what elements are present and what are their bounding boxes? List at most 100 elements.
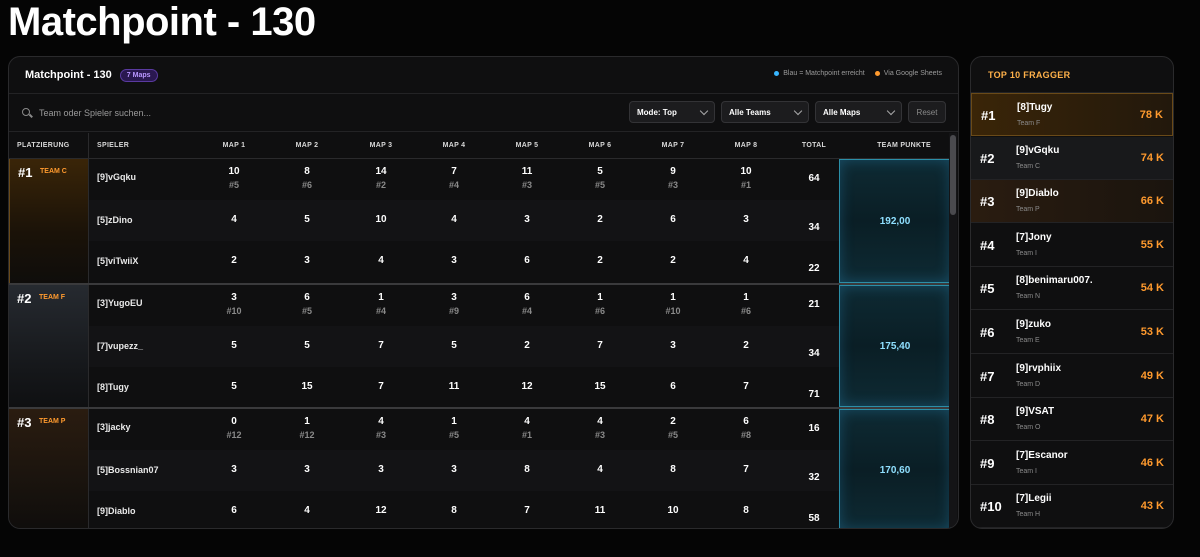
scrollbar-thumb[interactable] — [950, 135, 956, 215]
team-name: TEAM P — [39, 418, 66, 425]
map-score: 10 — [740, 166, 752, 177]
map-score-cell: 4 — [726, 255, 766, 267]
map-placement: #3 — [594, 430, 605, 440]
map-score-cell: 6 #4 — [507, 292, 547, 317]
fragger-row[interactable]: #2 [9]vGqku Team C 74 K — [971, 136, 1173, 180]
table-row[interactable]: [3]YugoEU 3 #10 6 #5 1 #4 3 #9 6 #4 1 #6 1 #10 1 #6 21 — [89, 285, 839, 326]
player-name[interactable]: [9]vGqku — [97, 172, 136, 182]
maps-select[interactable]: Alle Maps — [815, 101, 902, 123]
fragger-name: [8]Tugy — [1017, 102, 1053, 113]
map-score: 7 — [378, 340, 384, 351]
map-score-cell: 5 #5 — [580, 166, 620, 191]
player-name[interactable]: [9]Diablo — [97, 506, 136, 516]
map-score-cell: 6 — [653, 214, 693, 226]
fragger-rank: #7 — [980, 368, 995, 384]
map-score: 9 — [670, 166, 676, 177]
map-placement: #9 — [448, 306, 459, 316]
header-map-1: MAP 1 — [222, 142, 246, 149]
player-name[interactable]: [8]Tugy — [97, 382, 129, 392]
player-total: 64 — [808, 173, 820, 184]
fragger-team: Team E — [1016, 337, 1040, 344]
map-score-cell: 2 #5 — [653, 416, 693, 441]
chevron-down-icon — [886, 106, 896, 115]
fragger-row[interactable]: #5 [8]benimaru007. Team N 54 K — [971, 267, 1173, 311]
map-score-cell: 2 — [653, 255, 693, 267]
map-placement: #8 — [740, 430, 751, 440]
legend-orange: Via Google Sheets — [874, 70, 942, 77]
map-score: 6 — [743, 416, 749, 427]
fragger-row[interactable]: #8 [9]VSAT Team O 47 K — [971, 398, 1173, 442]
player-name[interactable]: [5]zDino — [97, 215, 133, 225]
map-score: 5 — [231, 381, 237, 392]
map-score: 1 — [451, 416, 457, 427]
fragger-row[interactable]: #9 [7]Escanor Team I 46 K — [971, 442, 1173, 485]
player-total: 16 — [808, 423, 820, 434]
map-score-cell: 12 — [507, 381, 547, 393]
fragger-name: [7]Jony — [1016, 231, 1052, 243]
fragger-row[interactable]: #10 [7]Legii Team H 43 K — [971, 485, 1173, 528]
chevron-down-icon — [793, 106, 803, 115]
teams-select[interactable]: Alle Teams — [721, 101, 809, 123]
map-placement: #4 — [448, 180, 459, 190]
map-score-cell: 3 #10 — [214, 292, 254, 317]
fragger-row[interactable]: #1 [8]Tugy Team F 78 K — [971, 93, 1173, 136]
map-score: 6 — [524, 292, 530, 303]
map-score-cell: 11 — [580, 505, 620, 517]
table-row[interactable]: [5]Bossnian07 3 3 3 3 8 4 8 7 32 — [89, 450, 839, 491]
player-total: 58 — [808, 513, 820, 524]
map-score: 3 — [524, 214, 530, 225]
mode-select[interactable]: Mode: Top — [629, 101, 715, 123]
search-icon — [21, 107, 33, 119]
player-total: 34 — [808, 348, 820, 359]
map-score-cell: 4 #3 — [580, 416, 620, 441]
map-score-cell: 9 #3 — [653, 166, 693, 191]
map-score: 7 — [597, 340, 603, 351]
table-row[interactable]: [9]Diablo 6 4 12 8 7 11 10 8 58 — [89, 491, 839, 528]
fragger-rank: #8 — [980, 412, 995, 428]
table-row[interactable]: [3]jacky 0 #12 1 #12 4 #3 1 #5 4 #1 4 #3 2 #5 6 #8 16 — [89, 409, 839, 450]
fragger-row[interactable]: #7 [9]rvphiix Team D 49 K — [971, 355, 1173, 398]
fragger-team: Team N — [1016, 293, 1041, 301]
map-placement: #1 — [521, 430, 532, 440]
header-map-7: MAP 7 — [661, 142, 685, 149]
map-score: 4 — [304, 505, 310, 516]
player-name[interactable]: [3]jacky — [97, 422, 131, 432]
player-name[interactable]: [7]vupezz_ — [97, 341, 143, 351]
search-input[interactable] — [39, 107, 339, 118]
fragger-name: [7]Legii — [1016, 493, 1052, 505]
header-map-8: MAP 8 — [734, 142, 758, 149]
orange-dot-icon — [874, 70, 880, 76]
map-score-cell: 7 — [361, 340, 401, 352]
map-score: 10 — [375, 214, 387, 225]
map-score: 3 — [670, 340, 676, 351]
reset-button[interactable]: Reset — [908, 101, 946, 123]
fragger-name: [9]Diablo — [1016, 188, 1059, 200]
table-row[interactable]: [7]vupezz_ 5 5 7 5 2 7 3 2 34 — [89, 326, 839, 367]
team-rank: #3 — [17, 415, 32, 430]
fragger-row[interactable]: #3 [9]Diablo Team P 66 K — [971, 180, 1173, 224]
fragger-row[interactable]: #4 [7]Jony Team I 55 K — [971, 224, 1173, 267]
map-score: 4 — [378, 255, 384, 266]
map-score-cell: 10 — [361, 214, 401, 226]
player-name[interactable]: [5]Bossnian07 — [97, 465, 159, 475]
player-name[interactable]: [5]viTwiiX — [97, 256, 138, 266]
page-title: Matchpoint - 130 — [8, 0, 316, 44]
map-score-cell: 3 — [434, 464, 474, 476]
table-row[interactable]: [8]Tugy 5 15 7 11 12 15 6 7 71 — [89, 367, 839, 408]
player-total: 34 — [808, 222, 820, 233]
player-name[interactable]: [3]YugoEU — [97, 298, 143, 308]
fragger-name: [9]vGqku — [1016, 144, 1060, 156]
table-row[interactable]: [5]zDino 4 5 10 4 3 2 6 3 34 — [89, 200, 839, 241]
fragger-kills: 66 K — [1140, 195, 1164, 208]
table-row[interactable]: [9]vGqku 10 #5 8 #6 14 #2 7 #4 11 #3 5 #5 9 #3 10 #1 64 — [89, 159, 839, 200]
header-total: TOTAL — [801, 142, 827, 149]
map-placement: #12 — [299, 430, 315, 440]
table-row[interactable]: [5]viTwiiX 2 3 4 3 6 2 2 4 22 — [89, 241, 839, 282]
standings-panel: Matchpoint - 130 7 Maps Blau = Matchpoin… — [8, 56, 959, 529]
fragger-team: Team P — [1016, 206, 1040, 214]
map-score-cell: 12 — [361, 505, 401, 517]
map-score-cell: 6 — [214, 505, 254, 517]
map-score-cell: 4 — [434, 214, 474, 226]
table-scrollbar[interactable] — [949, 133, 957, 528]
fragger-row[interactable]: #6 [9]zuko Team E 53 K — [971, 311, 1173, 354]
